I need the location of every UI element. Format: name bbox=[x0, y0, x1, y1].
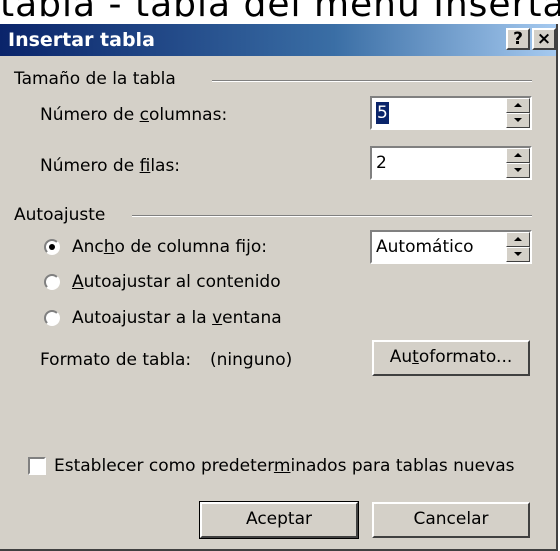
rows-decrement-button[interactable] bbox=[506, 163, 530, 178]
set-as-default-checkbox[interactable] bbox=[28, 457, 46, 475]
column-width-increment-button[interactable] bbox=[506, 232, 530, 247]
columns-spin-buttons bbox=[506, 98, 530, 128]
rows-label: Número de filas: bbox=[40, 156, 181, 176]
help-button[interactable]: ? bbox=[506, 28, 530, 50]
columns-increment-button[interactable] bbox=[506, 98, 530, 113]
arrow-up-icon bbox=[514, 237, 522, 241]
columns-label: Número de columnas: bbox=[40, 105, 228, 125]
rows-spinner[interactable]: 2 bbox=[370, 146, 532, 180]
ok-button[interactable]: Aceptar bbox=[199, 501, 359, 539]
fixed-width-label[interactable]: Ancho de columna fijo: bbox=[72, 236, 267, 258]
arrow-up-icon bbox=[514, 153, 522, 157]
autofit-window-radio[interactable] bbox=[44, 310, 60, 326]
column-width-value[interactable]: Automático bbox=[376, 236, 474, 258]
arrow-down-icon bbox=[514, 168, 522, 172]
rows-spin-buttons bbox=[506, 148, 530, 178]
cancel-button[interactable]: Cancelar bbox=[372, 502, 530, 538]
close-button[interactable]: × bbox=[532, 28, 556, 50]
columns-value[interactable]: 5 bbox=[376, 102, 389, 124]
arrow-down-icon bbox=[514, 252, 522, 256]
document-caption: tabla - tabla del menú Insertar. bbox=[0, 0, 560, 24]
rows-increment-button[interactable] bbox=[506, 148, 530, 163]
column-width-decrement-button[interactable] bbox=[506, 247, 530, 262]
table-size-group-divider bbox=[212, 80, 532, 82]
column-width-spinner[interactable]: Automático bbox=[370, 230, 532, 264]
radio-selected-dot bbox=[49, 244, 55, 250]
columns-decrement-button[interactable] bbox=[506, 113, 530, 128]
dialog-title: Insertar tabla bbox=[8, 29, 155, 51]
arrow-up-icon bbox=[514, 103, 522, 107]
insert-table-dialog: Insertar tabla ? × Tamaño de la tabla Nú… bbox=[0, 24, 558, 551]
autofit-content-radio[interactable] bbox=[44, 274, 60, 290]
table-format-value: (ninguno) bbox=[210, 350, 293, 370]
autofit-content-label[interactable]: Autoajustar al contenido bbox=[72, 271, 281, 293]
help-icon: ? bbox=[513, 29, 523, 49]
table-size-group-label: Tamaño de la tabla bbox=[14, 69, 176, 89]
fixed-width-radio[interactable] bbox=[44, 239, 60, 255]
autofit-window-label[interactable]: Autoajustar a la ventana bbox=[72, 307, 282, 329]
rows-value[interactable]: 2 bbox=[376, 152, 387, 174]
arrow-down-icon bbox=[514, 118, 522, 122]
table-format-label: Formato de tabla: bbox=[40, 350, 192, 370]
set-as-default-label[interactable]: Establecer como predeterminados para tab… bbox=[54, 455, 514, 477]
autofit-group-label: Autoajuste bbox=[14, 205, 106, 225]
column-width-spin-buttons bbox=[506, 232, 530, 262]
autoformat-button[interactable]: Autoformato... bbox=[372, 340, 530, 376]
close-icon: × bbox=[536, 29, 552, 49]
columns-spinner[interactable]: 5 bbox=[370, 96, 532, 130]
title-bar[interactable]: Insertar tabla ? × bbox=[0, 24, 556, 56]
autofit-group-divider bbox=[132, 215, 532, 217]
